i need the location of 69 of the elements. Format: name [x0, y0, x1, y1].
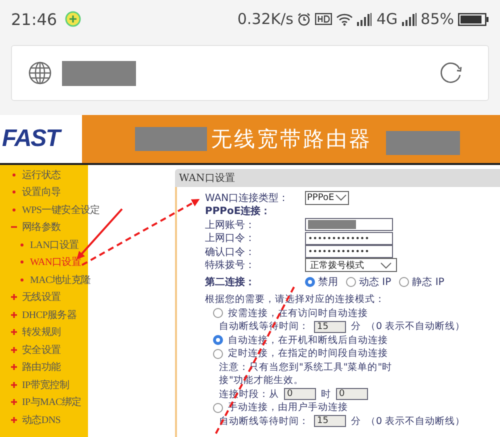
- input-field[interactable]: [305, 218, 393, 232]
- sidebar-item[interactable]: 转发规则: [11, 324, 61, 341]
- hint-text: （0 表示不自动断线）: [366, 414, 466, 428]
- sidebar-item[interactable]: IP带宽控制: [11, 376, 70, 394]
- unit-label: 时: [321, 388, 331, 401]
- radio-button[interactable]: [213, 308, 223, 318]
- sidebar-item[interactable]: 无线设置: [11, 288, 61, 306]
- sidebar-item[interactable]: IP与MAC绑定: [11, 394, 82, 411]
- sidebar-item[interactable]: 安全设置: [11, 341, 61, 358]
- sidebar-item[interactable]: 设置向导: [11, 184, 61, 201]
- dropdown[interactable]: 正常拨号模式: [305, 258, 397, 272]
- sidebar-item[interactable]: 运行状态: [11, 166, 61, 184]
- radio-button[interactable]: [346, 277, 356, 287]
- input-field[interactable]: 0: [284, 388, 316, 400]
- hint-text: （0 表示不自动断线）: [366, 320, 466, 334]
- field-label: 第二连接：: [205, 276, 256, 289]
- input-field[interactable]: 0: [336, 388, 368, 400]
- unit-label: 分: [351, 320, 361, 334]
- bullet-icon: [19, 276, 25, 283]
- panel-title: WAN口设置: [175, 169, 500, 187]
- signal-icon: [357, 12, 372, 26]
- battery-icon: [458, 12, 489, 26]
- caret-icon: [380, 262, 392, 269]
- radio-button[interactable]: [213, 348, 223, 359]
- radio-option[interactable]: 静态 IP: [399, 275, 444, 289]
- radio-option[interactable]: 动态 IP: [346, 275, 392, 289]
- battery-percent: 85%: [420, 10, 454, 28]
- radio-button[interactable]: [213, 335, 223, 346]
- hd-icon: [315, 13, 332, 25]
- input-field[interactable]: 15: [314, 415, 346, 428]
- dropdown[interactable]: PPPoE: [305, 190, 350, 205]
- field-label: WAN口连接类型：: [205, 192, 290, 205]
- sidebar-item[interactable]: DHCP服务器: [11, 306, 77, 324]
- network-type: 4G: [376, 10, 398, 28]
- sidebar-item[interactable]: LAN口设置: [19, 236, 79, 254]
- bullet-icon: [19, 242, 25, 248]
- signal-icon: [402, 12, 417, 26]
- page-title: 无线宽带路由器: [211, 126, 372, 153]
- reload-icon[interactable]: [438, 60, 464, 86]
- globe-icon: [28, 61, 52, 85]
- field-label: 上网口令：: [205, 232, 256, 246]
- input-field[interactable]: 15: [314, 320, 346, 333]
- field-label: PPPoE连接：: [205, 204, 272, 218]
- radio-button[interactable]: [213, 402, 223, 413]
- sidebar-item[interactable]: 网络参数: [11, 218, 61, 236]
- bullet-icon: [11, 189, 17, 196]
- field-label: 上网账号：: [205, 218, 256, 232]
- radio-button[interactable]: [399, 277, 410, 287]
- radio-button[interactable]: [305, 277, 315, 287]
- password-field[interactable]: •••••••••••••: [305, 232, 393, 245]
- alarm-icon: [297, 12, 312, 26]
- field-label: 特殊拨号：: [205, 258, 256, 272]
- radio-option[interactable]: 禁用: [305, 275, 338, 289]
- wifi-icon: [336, 12, 354, 26]
- sidebar-item[interactable]: 路由功能: [11, 358, 61, 376]
- caret-icon: [335, 194, 348, 202]
- address-bar[interactable]: [11, 45, 489, 101]
- redacted-block: [308, 220, 356, 230]
- password-field[interactable]: •••••••••••••: [305, 245, 393, 258]
- bullet-icon: [11, 172, 17, 178]
- unit-label: 分: [351, 414, 361, 428]
- clock-time: 21:46: [11, 10, 58, 28]
- redacted-block: [135, 127, 207, 151]
- sidebar-item[interactable]: 动态DNS: [11, 411, 61, 428]
- bullet-icon: [11, 206, 17, 213]
- bullet-icon: [19, 259, 25, 266]
- network-speed: 0.32K/s: [237, 10, 294, 28]
- app-notification-icon: [65, 11, 82, 27]
- field-label: 确认口令：: [205, 246, 256, 259]
